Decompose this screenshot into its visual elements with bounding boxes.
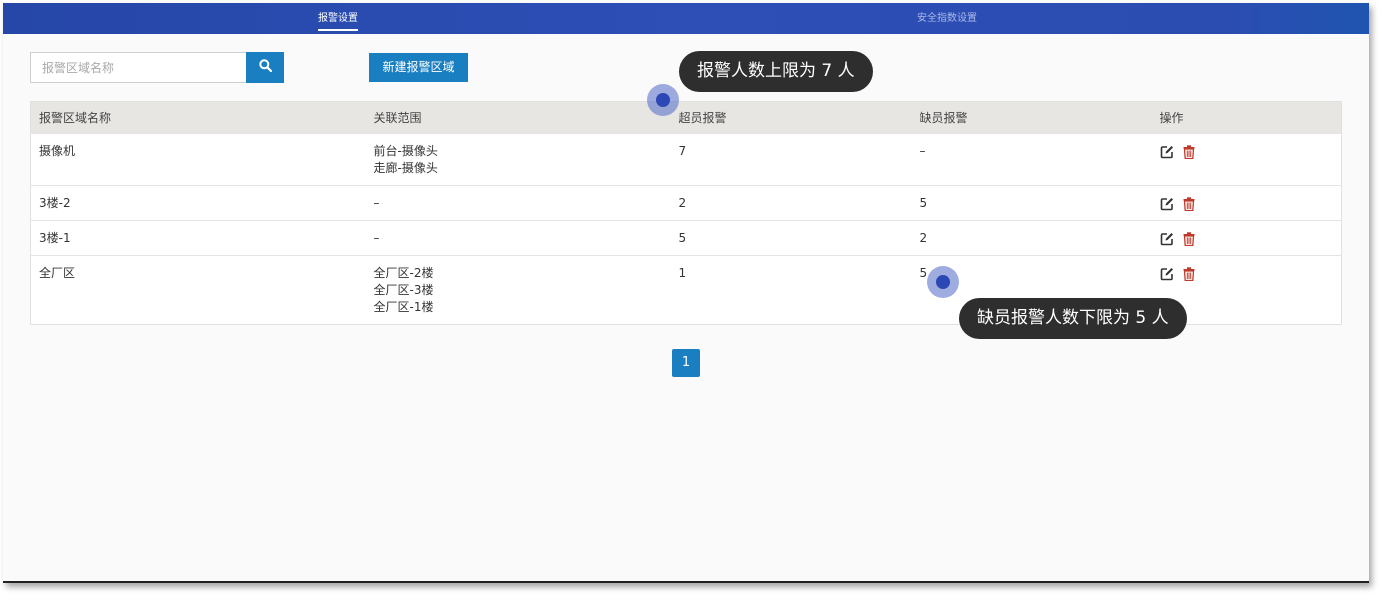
header-under-alarm: 缺员报警 <box>919 111 968 125</box>
new-alarm-area-button[interactable]: 新建报警区域 <box>369 53 468 82</box>
scope-item: 走廊-摄像头 <box>373 161 438 175</box>
cell-under-alarm: 5 <box>919 196 928 210</box>
cell-scope: 全厂区-2楼 全厂区-3楼 全厂区-1楼 <box>366 256 671 325</box>
cell-scope: – <box>366 221 671 256</box>
edit-icon[interactable] <box>1160 197 1174 211</box>
cell-scope: – <box>366 186 671 221</box>
scope-item: – <box>373 196 380 210</box>
tooltip-over-limit: 报警人数上限为 7 人 <box>679 51 873 92</box>
search-icon <box>258 59 272 76</box>
trash-icon[interactable] <box>1183 197 1195 211</box>
cell-under-alarm: 2 <box>919 231 928 245</box>
trash-icon[interactable] <box>1183 232 1195 246</box>
scope-item: 前台-摄像头 <box>373 144 438 158</box>
cell-under-alarm: – <box>919 144 926 158</box>
click-marker <box>647 84 679 116</box>
cell-over-alarm: 5 <box>678 231 687 245</box>
alarm-area-table: 报警区域名称 关联范围 超员报警 缺员报警 操作 摄像机 前台-摄像头 走廊-摄… <box>30 101 1342 325</box>
trash-icon[interactable] <box>1183 145 1195 159</box>
cell-area-name: 摄像机 <box>39 144 76 158</box>
edit-icon[interactable] <box>1160 145 1174 159</box>
table-row: 摄像机 前台-摄像头 走廊-摄像头 7 – <box>30 133 1342 186</box>
search-input[interactable] <box>31 53 246 82</box>
cell-area-name: 3楼-2 <box>39 196 71 210</box>
cell-actions <box>1152 221 1342 256</box>
header-actions: 操作 <box>1159 111 1184 125</box>
header-scope: 关联范围 <box>373 111 422 125</box>
table-header-row: 报警区域名称 关联范围 超员报警 缺员报警 操作 <box>30 101 1342 134</box>
cell-over-alarm: 1 <box>678 266 687 280</box>
cell-actions <box>1152 134 1342 186</box>
cell-over-alarm: 7 <box>678 144 687 158</box>
header-over-alarm: 超员报警 <box>678 111 727 125</box>
cell-over-alarm: 2 <box>678 196 687 210</box>
cell-actions <box>1152 186 1342 221</box>
cell-scope: 前台-摄像头 走廊-摄像头 <box>366 134 671 186</box>
edit-icon[interactable] <box>1160 232 1174 246</box>
tooltip-under-limit: 缺员报警人数下限为 5 人 <box>959 298 1187 339</box>
scope-item: – <box>373 231 380 245</box>
cell-area-name: 3楼-1 <box>39 231 71 245</box>
table-row: 3楼-1 – 5 2 <box>30 220 1342 256</box>
table-row: 3楼-2 – 2 5 <box>30 185 1342 221</box>
top-nav: 报警设置 安全指数设置 <box>3 3 1369 34</box>
trash-icon[interactable] <box>1183 267 1195 281</box>
tab-safety-index-settings[interactable]: 安全指数设置 <box>917 3 977 34</box>
scope-item: 全厂区-2楼 <box>373 266 434 280</box>
tab-alarm-settings[interactable]: 报警设置 <box>318 3 358 34</box>
app-window: 报警设置 安全指数设置 新建报警区域 报警区域名称 关联范围 超员报警 缺员报警… <box>3 3 1369 583</box>
scope-item: 全厂区-3楼 <box>373 283 434 297</box>
search-box <box>30 52 284 83</box>
click-marker <box>927 266 959 298</box>
search-button[interactable] <box>246 52 284 83</box>
scope-item: 全厂区-1楼 <box>373 300 434 314</box>
header-area-name: 报警区域名称 <box>39 111 112 125</box>
page-1-button[interactable]: 1 <box>672 349 700 377</box>
edit-icon[interactable] <box>1160 267 1174 281</box>
cell-area-name: 全厂区 <box>39 266 76 280</box>
